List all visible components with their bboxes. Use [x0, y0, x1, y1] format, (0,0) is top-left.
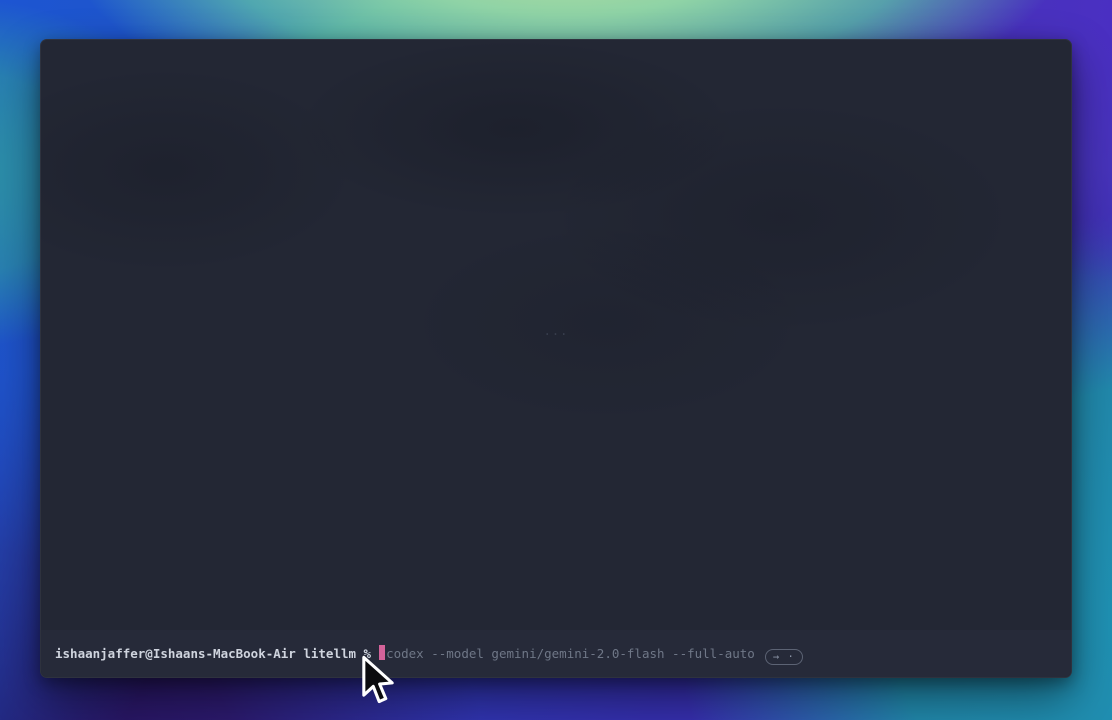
autosuggestion-command: codex --model gemini/gemini-2.0-flash --… — [386, 646, 755, 661]
shell-prompt: ishaanjaffer@Ishaans-MacBook-Air litellm… — [55, 646, 371, 661]
terminal-output-area: ... — [41, 40, 1071, 629]
desktop-wallpaper: ... ishaanjaffer@Ishaans-MacBook-Air lit… — [0, 0, 1112, 720]
command-prompt-row[interactable]: ishaanjaffer@Ishaans-MacBook-Air litellm… — [41, 630, 1071, 677]
terminal-window[interactable]: ... ishaanjaffer@Ishaans-MacBook-Air lit… — [40, 39, 1072, 678]
ghost-ellipsis: ... — [544, 324, 569, 338]
accept-suggestion-hint-pill[interactable]: → · — [765, 649, 803, 665]
text-cursor — [379, 645, 385, 660]
